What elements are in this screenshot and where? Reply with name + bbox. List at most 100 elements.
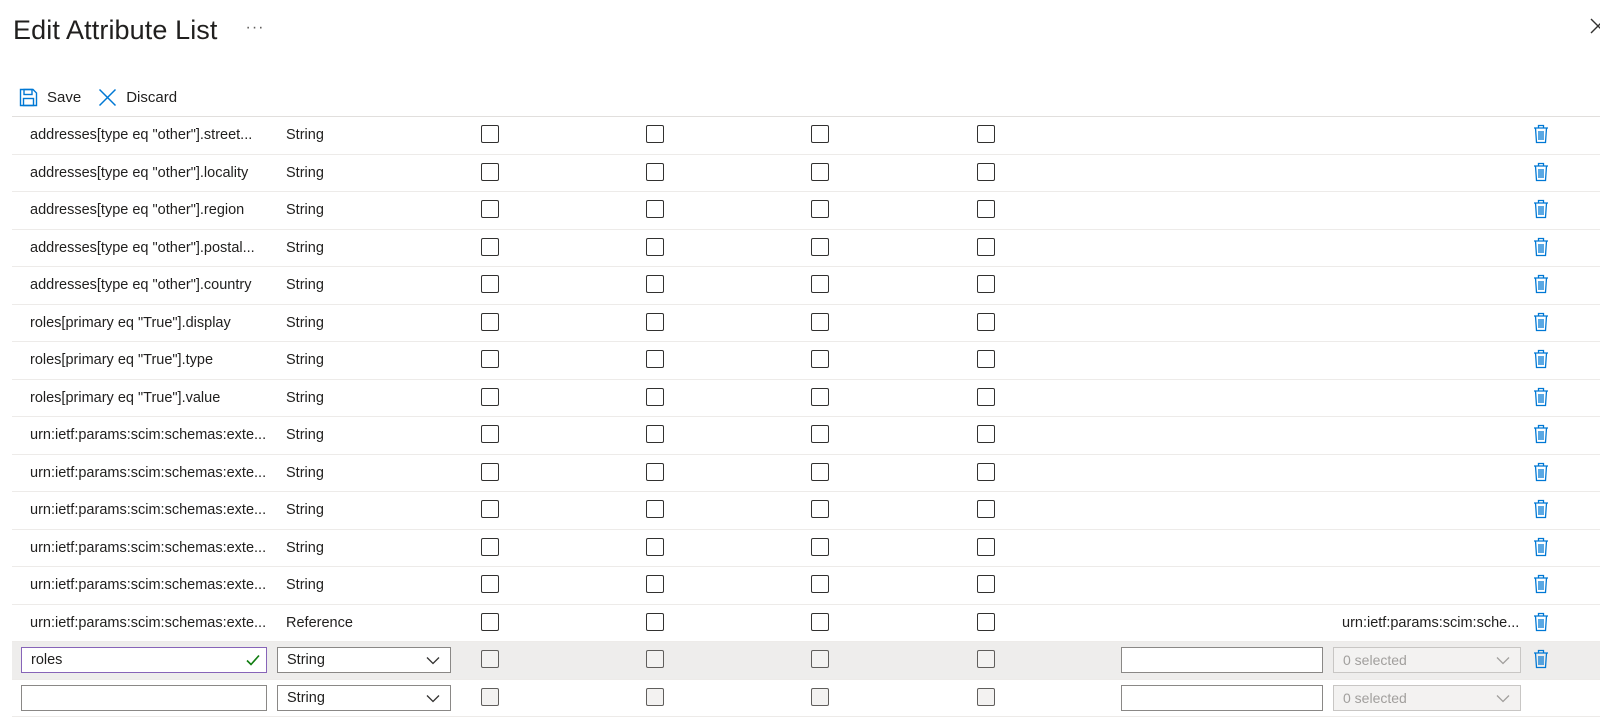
required-checkbox[interactable] xyxy=(646,125,664,143)
api-expression-input[interactable] xyxy=(1121,647,1323,673)
trash-icon[interactable] xyxy=(1533,537,1549,557)
trash-icon[interactable] xyxy=(1533,424,1549,444)
new-type-dropdown[interactable]: String xyxy=(277,685,451,711)
new-referenced-object-value: 0 selected xyxy=(1343,690,1407,706)
more-options-icon[interactable]: ··· xyxy=(246,19,265,37)
trash-icon[interactable] xyxy=(1533,499,1549,519)
multi-value-checkbox[interactable] xyxy=(811,275,829,293)
primary-key-checkbox[interactable] xyxy=(481,650,499,668)
multi-value-checkbox[interactable] xyxy=(811,388,829,406)
exact-case-checkbox[interactable] xyxy=(977,313,995,331)
multi-value-checkbox[interactable] xyxy=(811,538,829,556)
multi-value-checkbox[interactable] xyxy=(811,313,829,331)
attribute-name-input[interactable] xyxy=(21,647,267,673)
required-checkbox[interactable] xyxy=(646,313,664,331)
primary-key-checkbox[interactable] xyxy=(481,200,499,218)
required-checkbox[interactable] xyxy=(646,238,664,256)
multi-value-checkbox[interactable] xyxy=(811,425,829,443)
required-checkbox[interactable] xyxy=(646,613,664,631)
required-checkbox[interactable] xyxy=(646,500,664,518)
multi-value-checkbox[interactable] xyxy=(811,463,829,481)
primary-key-checkbox[interactable] xyxy=(481,500,499,518)
exact-case-checkbox[interactable] xyxy=(977,350,995,368)
exact-case-checkbox[interactable] xyxy=(977,200,995,218)
multi-value-checkbox[interactable] xyxy=(811,613,829,631)
primary-key-checkbox[interactable] xyxy=(481,238,499,256)
required-checkbox[interactable] xyxy=(646,688,664,706)
multi-value-checkbox[interactable] xyxy=(811,238,829,256)
primary-key-checkbox[interactable] xyxy=(481,613,499,631)
trash-icon[interactable] xyxy=(1533,574,1549,594)
close-icon[interactable] xyxy=(1588,16,1600,36)
multi-value-checkbox[interactable] xyxy=(811,575,829,593)
primary-key-checkbox[interactable] xyxy=(481,575,499,593)
trash-icon[interactable] xyxy=(1533,124,1549,144)
referenced-object: urn:ietf:params:scim:sche... xyxy=(1342,605,1522,641)
attribute-type: String xyxy=(286,530,324,566)
required-checkbox[interactable] xyxy=(646,200,664,218)
new-referenced-object-dropdown[interactable]: 0 selected xyxy=(1333,685,1521,711)
required-checkbox[interactable] xyxy=(646,463,664,481)
exact-case-checkbox[interactable] xyxy=(977,163,995,181)
primary-key-checkbox[interactable] xyxy=(481,463,499,481)
exact-case-checkbox[interactable] xyxy=(977,575,995,593)
required-checkbox[interactable] xyxy=(646,388,664,406)
new-row[interactable]: String 0 selected xyxy=(12,680,1600,717)
trash-icon[interactable] xyxy=(1533,612,1549,632)
exact-case-checkbox[interactable] xyxy=(977,500,995,518)
attribute-type: String xyxy=(286,230,324,266)
trash-icon[interactable] xyxy=(1533,349,1549,369)
save-button[interactable]: Save xyxy=(19,88,81,107)
table-row: addresses[type eq "other"].countryString xyxy=(12,267,1600,305)
primary-key-checkbox[interactable] xyxy=(481,275,499,293)
exact-case-checkbox[interactable] xyxy=(977,463,995,481)
exact-case-checkbox[interactable] xyxy=(977,688,995,706)
multi-value-checkbox[interactable] xyxy=(811,200,829,218)
discard-button[interactable]: Discard xyxy=(98,88,177,107)
multi-value-checkbox[interactable] xyxy=(811,163,829,181)
referenced-object-dropdown[interactable]: 0 selected xyxy=(1333,647,1521,673)
required-checkbox[interactable] xyxy=(646,575,664,593)
required-checkbox[interactable] xyxy=(646,350,664,368)
required-checkbox[interactable] xyxy=(646,275,664,293)
multi-value-checkbox[interactable] xyxy=(811,500,829,518)
required-checkbox[interactable] xyxy=(646,163,664,181)
multi-value-checkbox[interactable] xyxy=(811,650,829,668)
primary-key-checkbox[interactable] xyxy=(481,388,499,406)
discard-label: Discard xyxy=(126,89,177,106)
primary-key-checkbox[interactable] xyxy=(481,163,499,181)
trash-icon[interactable] xyxy=(1533,199,1549,219)
primary-key-checkbox[interactable] xyxy=(481,688,499,706)
new-api-expression-input[interactable] xyxy=(1121,685,1323,711)
type-dropdown[interactable]: String xyxy=(277,647,451,673)
exact-case-checkbox[interactable] xyxy=(977,425,995,443)
table-row: urn:ietf:params:scim:schemas:exte...Stri… xyxy=(12,455,1600,493)
trash-icon[interactable] xyxy=(1533,162,1549,182)
exact-case-checkbox[interactable] xyxy=(977,613,995,631)
trash-icon[interactable] xyxy=(1533,274,1549,294)
exact-case-checkbox[interactable] xyxy=(977,125,995,143)
required-checkbox[interactable] xyxy=(646,650,664,668)
edit-row[interactable]: String 0 selected xyxy=(12,642,1600,680)
primary-key-checkbox[interactable] xyxy=(481,125,499,143)
new-attribute-name-input[interactable] xyxy=(21,685,267,711)
exact-case-checkbox[interactable] xyxy=(977,388,995,406)
trash-icon[interactable] xyxy=(1533,649,1549,669)
required-checkbox[interactable] xyxy=(646,538,664,556)
required-checkbox[interactable] xyxy=(646,425,664,443)
exact-case-checkbox[interactable] xyxy=(977,650,995,668)
primary-key-checkbox[interactable] xyxy=(481,350,499,368)
multi-value-checkbox[interactable] xyxy=(811,688,829,706)
trash-icon[interactable] xyxy=(1533,312,1549,332)
exact-case-checkbox[interactable] xyxy=(977,238,995,256)
primary-key-checkbox[interactable] xyxy=(481,313,499,331)
multi-value-checkbox[interactable] xyxy=(811,350,829,368)
primary-key-checkbox[interactable] xyxy=(481,538,499,556)
multi-value-checkbox[interactable] xyxy=(811,125,829,143)
exact-case-checkbox[interactable] xyxy=(977,275,995,293)
trash-icon[interactable] xyxy=(1533,462,1549,482)
trash-icon[interactable] xyxy=(1533,237,1549,257)
trash-icon[interactable] xyxy=(1533,387,1549,407)
exact-case-checkbox[interactable] xyxy=(977,538,995,556)
primary-key-checkbox[interactable] xyxy=(481,425,499,443)
